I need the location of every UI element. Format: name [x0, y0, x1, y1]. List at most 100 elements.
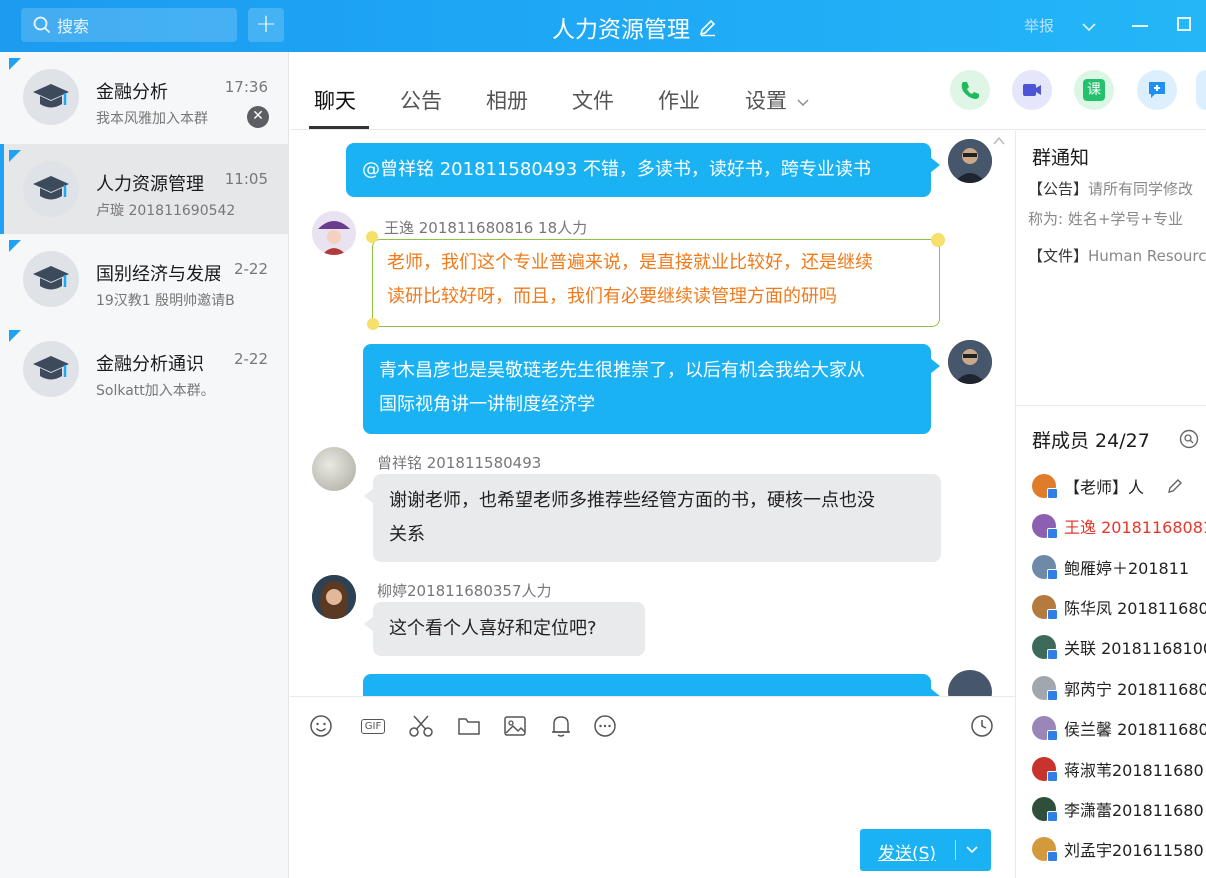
message-bubble[interactable]: @曾祥铭 201811580493 不错，多读书，读好书，跨专业读书: [346, 143, 940, 197]
member-item[interactable]: 【老师】人: [1032, 471, 1184, 501]
tab-announcement[interactable]: 公告: [400, 85, 442, 115]
more-tool-button[interactable]: [1196, 70, 1206, 110]
notice-file[interactable]: 【文件】Human Resource: [1028, 245, 1206, 266]
message-bubble[interactable]: 谢谢老师，也希望老师多推荐些经管方面的书，硬核一点也没 关系: [364, 474, 941, 562]
session-item[interactable]: 人力资源管理 11:05 卢璇 201811690542: [0, 144, 288, 234]
unread-flag: [9, 58, 21, 70]
member-item[interactable]: 王逸 201811680816: [1032, 511, 1206, 541]
chevron-down-icon[interactable]: [964, 842, 980, 858]
more-options-icon[interactable]: [592, 713, 618, 739]
avatar[interactable]: [312, 575, 356, 619]
close-icon[interactable]: ✕: [247, 106, 269, 128]
members-title: 群成员 24/27: [1032, 430, 1150, 452]
edit-icon[interactable]: [1166, 477, 1184, 495]
member-avatar: [1032, 676, 1058, 701]
member-item[interactable]: 李潇蕾201811680: [1032, 794, 1204, 824]
tab-settings[interactable]: 设置: [745, 85, 810, 115]
member-avatar: [1032, 716, 1058, 741]
chat-messages[interactable]: @曾祥铭 201811580493 不错，多读书，读好书，跨专业读书 王逸 20…: [290, 131, 1015, 696]
graduation-cap-icon: [33, 84, 69, 108]
notice-text: Human Resource: [1088, 247, 1206, 265]
member-name: 【老师】人: [1064, 478, 1145, 497]
tab-chat[interactable]: 聊天: [314, 85, 356, 115]
active-tab-underline: [309, 126, 369, 129]
history-clock-icon[interactable]: [969, 713, 995, 739]
maximize-button[interactable]: [1177, 17, 1191, 31]
edit-icon[interactable]: [698, 17, 718, 37]
search-member-icon[interactable]: [1178, 428, 1200, 450]
add-button[interactable]: +: [248, 8, 284, 42]
avatar[interactable]: [312, 211, 356, 255]
session-name: 人力资源管理: [96, 174, 204, 195]
message-text: 青木昌彦也是吴敬琏老先生很推崇了，以后有机会我给大家从: [379, 360, 865, 381]
member-name: 王逸 201811680816: [1064, 518, 1206, 537]
chevron-down-icon[interactable]: [1080, 18, 1098, 36]
message-bubble[interactable]: [363, 674, 940, 696]
emoji-icon[interactable]: [308, 713, 334, 739]
scissors-icon[interactable]: [408, 713, 434, 739]
message-bubble[interactable]: 青木昌彦也是吴敬琏老先生很推崇了，以后有机会我给大家从 国际视角讲一讲制度经济学: [363, 344, 940, 434]
session-preview: 我本风雅加入本群: [96, 111, 208, 127]
member-item[interactable]: 鲍雁婷＋201811: [1032, 552, 1189, 582]
tab-homework[interactable]: 作业: [658, 85, 700, 115]
avatar[interactable]: [948, 670, 992, 696]
sender-name: 王逸 201811680816 18人力: [384, 219, 588, 237]
gif-icon[interactable]: GIF: [354, 713, 392, 739]
chat-tabs: 聊天 公告 相册 文件 作业 设置: [290, 52, 1206, 130]
image-icon[interactable]: [502, 713, 528, 739]
add-comment-button[interactable]: [1137, 70, 1177, 110]
panel-divider: [1016, 405, 1206, 406]
user-avatar-icon: [312, 211, 356, 255]
member-item[interactable]: 侯兰馨 201811680: [1032, 713, 1206, 743]
member-item[interactable]: 蒋淑苇201811680: [1032, 754, 1204, 784]
avatar[interactable]: [312, 447, 356, 491]
member-item[interactable]: 关联 201811681000: [1032, 632, 1206, 662]
report-link[interactable]: 举报: [1024, 15, 1054, 36]
session-item[interactable]: 金融分析通识 2-22 Solkatt加入本群。: [0, 324, 288, 414]
graduation-cap-icon: [33, 176, 69, 200]
message-input-area[interactable]: GIF 发送(S): [290, 696, 1015, 878]
graduation-cap-icon: [33, 356, 69, 380]
voice-call-button[interactable]: [950, 70, 990, 110]
member-name: 鲍雁婷＋201811: [1064, 559, 1190, 578]
member-name: 李潇蕾201811680: [1064, 801, 1204, 820]
chevron-down-icon: [797, 99, 809, 106]
session-item[interactable]: 金融分析 17:36 我本风雅加入本群 ✕: [0, 52, 288, 142]
flower-icon: [366, 231, 378, 243]
avatar[interactable]: [948, 340, 992, 384]
session-item[interactable]: 国别经济与发展 2-22 19汉教1 殷明帅邀请B: [0, 234, 288, 324]
message-text: 谢谢老师，也希望老师多推荐些经管方面的书，硬核一点也没: [389, 490, 875, 511]
add-chat-icon: [1149, 82, 1165, 98]
member-item[interactable]: 刘孟宇201611580: [1032, 834, 1204, 864]
title-bar: 搜索 + 人力资源管理 举报: [0, 0, 1206, 52]
video-call-button[interactable]: [1012, 70, 1052, 110]
class-icon: 课: [1083, 79, 1105, 101]
session-time: 2-22: [233, 350, 268, 368]
notice-announcement[interactable]: 【公告】请所有同学修改: [1028, 178, 1193, 199]
class-button[interactable]: 课: [1074, 70, 1114, 110]
send-button[interactable]: 发送(S): [860, 829, 991, 871]
search-input[interactable]: 搜索: [21, 8, 237, 42]
bell-icon[interactable]: [548, 713, 574, 739]
collapse-icon[interactable]: [992, 133, 1006, 147]
user-avatar-icon: [948, 340, 992, 384]
member-name: 侯兰馨 201811680: [1064, 720, 1206, 739]
member-name: 陈华凤 201811680: [1064, 599, 1206, 618]
folder-icon[interactable]: [456, 713, 482, 739]
tab-album[interactable]: 相册: [486, 85, 528, 115]
search-placeholder: 搜索: [57, 17, 90, 36]
avatar[interactable]: [948, 139, 992, 183]
tab-files[interactable]: 文件: [572, 85, 614, 115]
message-text: 老师，我们这个专业普遍来说，是直接就业比较好，还是继续: [387, 252, 873, 273]
message-bubble[interactable]: 老师，我们这个专业普遍来说，是直接就业比较好，还是继续 读研比较好呀，而且，我们…: [372, 239, 940, 327]
member-item[interactable]: 郭芮宁 201811680: [1032, 673, 1206, 703]
session-preview: Solkatt加入本群。: [96, 383, 215, 399]
send-label: 发送(S): [878, 844, 937, 864]
member-avatar: [1032, 797, 1058, 822]
window-title: 人力资源管理: [552, 10, 718, 44]
minimize-button[interactable]: [1132, 25, 1148, 27]
session-list: 金融分析 17:36 我本风雅加入本群 ✕ 人力资源管理 11:05 卢璇 20…: [0, 52, 289, 878]
member-item[interactable]: 陈华凤 201811680: [1032, 592, 1206, 622]
message-bubble[interactable]: 这个看个人喜好和定位吧?: [364, 602, 645, 656]
user-avatar-icon: [948, 139, 992, 183]
